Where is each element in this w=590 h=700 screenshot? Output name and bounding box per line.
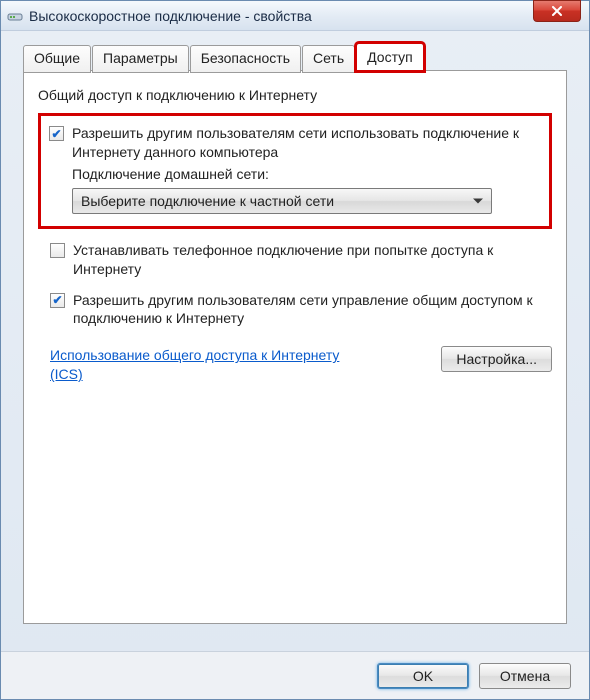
ok-button[interactable]: OK: [377, 663, 469, 689]
allow-sharing-label: Разрешить другим пользователям сети испо…: [72, 124, 539, 162]
close-button[interactable]: [533, 0, 581, 22]
check-icon: ✔: [52, 294, 62, 306]
dial-on-demand-checkbox[interactable]: [50, 243, 65, 258]
check-icon: ✔: [51, 128, 61, 140]
allow-sharing-checkbox[interactable]: ✔: [49, 126, 64, 141]
chevron-down-icon: [473, 198, 483, 203]
dialog-body: Общие Параметры Безопасность Сеть Доступ…: [1, 31, 589, 638]
allow-control-label: Разрешить другим пользователям сети упра…: [73, 291, 552, 329]
titlebar[interactable]: Высокоскоростное подключение - свойства: [1, 1, 589, 31]
modem-icon: [7, 10, 23, 22]
link-settings-row: Использование общего доступа к Интернету…: [38, 346, 552, 384]
tab-panel-access: Общий доступ к подключению к Интернету ✔…: [23, 70, 567, 624]
tab-network[interactable]: Сеть: [302, 45, 355, 73]
dial-on-demand-label: Устанавливать телефонное подключение при…: [73, 241, 552, 279]
properties-window: Высокоскоростное подключение - свойства …: [0, 0, 590, 700]
dial-on-demand-row: Устанавливать телефонное подключение при…: [50, 241, 552, 279]
ics-help-link[interactable]: Использование общего доступа к Интернету…: [50, 346, 350, 384]
dialog-button-bar: OK Отмена: [1, 651, 589, 699]
tab-general[interactable]: Общие: [23, 45, 91, 73]
allow-sharing-row: ✔ Разрешить другим пользователям сети ис…: [49, 124, 539, 162]
allow-control-row: ✔ Разрешить другим пользователям сети уп…: [50, 291, 552, 329]
home-network-label: Подключение домашней сети:: [72, 166, 539, 182]
tab-parameters[interactable]: Параметры: [92, 45, 189, 73]
window-title: Высокоскоростное подключение - свойства: [29, 8, 583, 24]
dropdown-selected-text: Выберите подключение к частной сети: [81, 193, 334, 209]
settings-button[interactable]: Настройка...: [441, 346, 552, 372]
highlighted-sharing-section: ✔ Разрешить другим пользователям сети ис…: [38, 113, 552, 229]
tab-security[interactable]: Безопасность: [190, 45, 301, 73]
tab-access[interactable]: Доступ: [356, 43, 424, 71]
tab-strip: Общие Параметры Безопасность Сеть Доступ: [23, 43, 567, 71]
cancel-button[interactable]: Отмена: [479, 663, 571, 689]
allow-control-checkbox[interactable]: ✔: [50, 293, 65, 308]
group-title: Общий доступ к подключению к Интернету: [38, 87, 552, 103]
home-network-dropdown[interactable]: Выберите подключение к частной сети: [72, 188, 492, 214]
